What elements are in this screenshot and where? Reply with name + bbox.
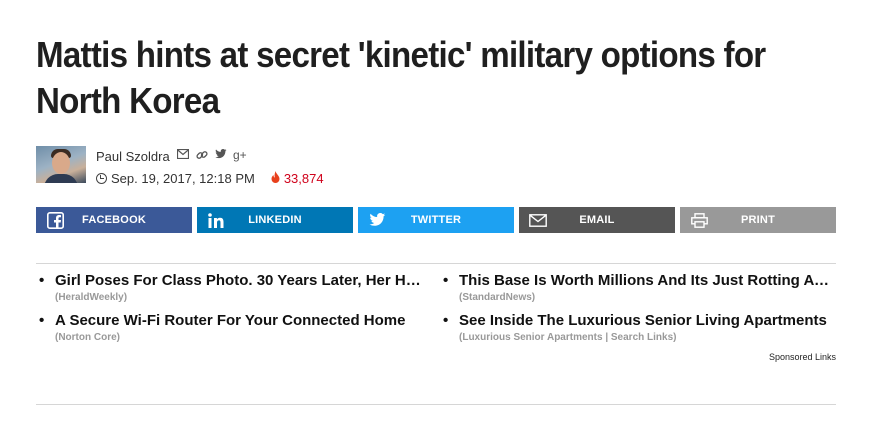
view-count-value: 33,874: [283, 171, 324, 186]
facebook-share-label: FACEBOOK: [82, 214, 146, 226]
sponsored-link-title[interactable]: See Inside The Luxurious Senior Living A…: [440, 312, 832, 330]
view-count: 33,874: [271, 171, 324, 186]
article-meta: Sep. 19, 2017, 12:18 PM 33,874: [96, 171, 324, 186]
author-contact-icons: g+: [176, 148, 247, 162]
sponsored-link-item[interactable]: A Secure Wi-Fi Router For Your Connected…: [36, 312, 428, 344]
email-share-label: EMAIL: [579, 214, 615, 226]
google-plus-icon[interactable]: g+: [233, 149, 247, 162]
divider: [36, 263, 836, 264]
linkedin-share-button[interactable]: LINKEDIN: [197, 207, 353, 233]
sponsored-links-label[interactable]: Sponsored Links: [769, 352, 836, 362]
article-headline: Mattis hints at secret 'kinetic' militar…: [36, 34, 766, 121]
twitter-share-label: TWITTER: [410, 214, 462, 226]
twitter-share-button[interactable]: TWITTER: [358, 207, 514, 233]
share-bar: FACEBOOK LINKEDIN TWITTER EMAIL PRINT: [36, 207, 836, 233]
sponsored-link-item[interactable]: See Inside The Luxurious Senior Living A…: [440, 312, 832, 344]
email-icon[interactable]: [176, 148, 189, 162]
linkedin-share-label: LINKEDIN: [248, 214, 302, 226]
sponsored-link-source: (Luxurious Senior Apartments | Search Li…: [459, 332, 677, 343]
author-avatar[interactable]: [36, 146, 86, 183]
sponsored-link-source: (HeraldWeekly): [55, 292, 128, 303]
print-button[interactable]: PRINT: [680, 207, 836, 233]
email-share-button[interactable]: EMAIL: [519, 207, 675, 233]
publish-timestamp: Sep. 19, 2017, 12:18 PM: [111, 171, 255, 186]
sponsored-link-title[interactable]: This Base Is Worth Millions And Its Just…: [440, 272, 832, 290]
sponsored-link-item[interactable]: Girl Poses For Class Photo. 30 Years Lat…: [36, 272, 428, 304]
twitter-icon[interactable]: [214, 149, 227, 162]
flame-icon: [271, 171, 280, 186]
divider: [36, 404, 836, 405]
sponsored-link-title[interactable]: Girl Poses For Class Photo. 30 Years Lat…: [36, 272, 428, 290]
sponsored-link-source: (StandardNews): [459, 292, 536, 303]
link-icon[interactable]: [195, 149, 208, 162]
sponsored-link-source: (Norton Core): [55, 332, 120, 343]
print-label: PRINT: [741, 214, 775, 226]
sponsored-link-item[interactable]: This Base Is Worth Millions And Its Just…: [440, 272, 832, 304]
sponsored-link-title[interactable]: A Secure Wi-Fi Router For Your Connected…: [36, 312, 428, 330]
clock-icon: [96, 173, 107, 184]
author-name[interactable]: Paul Szoldra: [96, 149, 170, 164]
facebook-share-button[interactable]: FACEBOOK: [36, 207, 192, 233]
